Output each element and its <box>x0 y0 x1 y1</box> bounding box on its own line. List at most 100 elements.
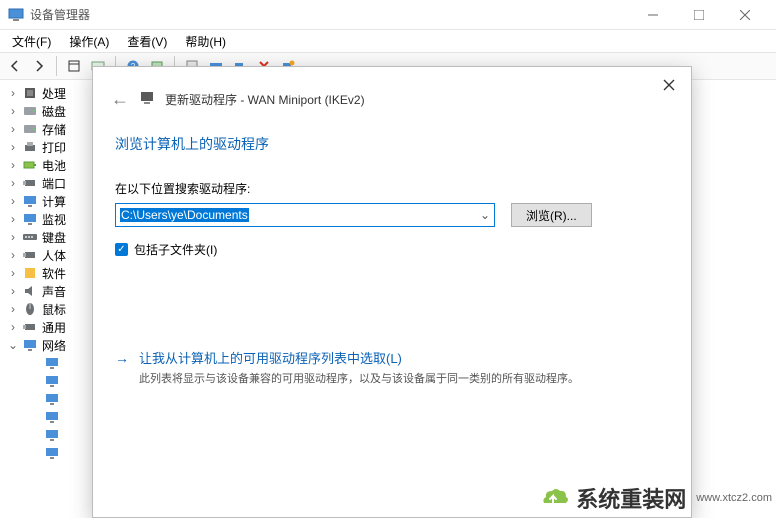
tree-item[interactable]: ⌄ 网络 <box>0 336 90 354</box>
tree-item-label: 软件 <box>42 265 66 282</box>
main-area: ›处理›磁盘›存储›打印›电池›端口›计算›监视›键盘›人体›软件›声音›鼠标›… <box>0 80 776 516</box>
tree-item[interactable] <box>0 354 90 372</box>
tree-item[interactable]: › 处理 <box>0 84 90 102</box>
path-value: C:\Users\ye\Documents <box>120 208 249 222</box>
tree-item-label: 打印 <box>42 139 66 156</box>
tree-item[interactable]: › 磁盘 <box>0 102 90 120</box>
tree-item-label: 通用 <box>42 319 66 336</box>
usb-icon <box>22 247 38 263</box>
menu-help[interactable]: 帮助(H) <box>177 31 234 52</box>
expander-icon[interactable]: › <box>8 104 18 118</box>
expander-icon[interactable]: › <box>8 284 18 298</box>
expander-icon[interactable]: › <box>8 266 18 280</box>
window-title: 设备管理器 <box>30 6 630 23</box>
expander-icon[interactable]: › <box>8 230 18 244</box>
drive-icon <box>22 103 38 119</box>
dialog-back-icon[interactable]: ← <box>111 89 129 110</box>
chevron-down-icon[interactable]: ⌄ <box>480 208 490 222</box>
dialog-header: 更新驱动程序 - WAN Miniport (IKEv2) <box>165 91 365 108</box>
forward-icon[interactable] <box>28 55 50 77</box>
tree-item[interactable] <box>0 426 90 444</box>
mon-icon <box>22 193 38 209</box>
tree-item[interactable]: › 存储 <box>0 120 90 138</box>
pick-from-list-link[interactable]: → 让我从计算机上的可用驱动程序列表中选取(L) 此列表将显示与该设备兼容的可用… <box>115 348 669 388</box>
tree-item[interactable]: › 打印 <box>0 138 90 156</box>
usb-icon <box>22 319 38 335</box>
tree-item[interactable]: › 计算 <box>0 192 90 210</box>
drive-icon <box>22 121 38 137</box>
tree-item-label: 端口 <box>42 175 66 192</box>
tree-item[interactable]: › 端口 <box>0 174 90 192</box>
tree-item-label: 存储 <box>42 121 66 138</box>
pick-from-list-title: 让我从计算机上的可用驱动程序列表中选取(L) <box>139 348 579 367</box>
menubar: 文件(F) 操作(A) 查看(V) 帮助(H) <box>0 30 776 52</box>
device-tree[interactable]: ›处理›磁盘›存储›打印›电池›端口›计算›监视›键盘›人体›软件›声音›鼠标›… <box>0 80 90 516</box>
expander-icon[interactable]: › <box>8 158 18 172</box>
tree-item[interactable] <box>0 390 90 408</box>
tree-item-label: 电池 <box>42 157 66 174</box>
browse-button[interactable]: 浏览(R)... <box>511 203 592 227</box>
tree-item[interactable]: › 电池 <box>0 156 90 174</box>
include-subfolders-label: 包括子文件夹(I) <box>134 241 217 258</box>
expander-icon[interactable]: › <box>8 176 18 190</box>
arrow-right-icon: → <box>115 350 129 388</box>
tree-item-label: 声音 <box>42 283 66 300</box>
net-icon <box>44 391 60 407</box>
dialog-heading: 浏览计算机上的驱动程序 <box>115 134 673 154</box>
back-icon[interactable] <box>4 55 26 77</box>
expander-icon[interactable]: › <box>8 212 18 226</box>
expander-icon[interactable]: › <box>8 302 18 316</box>
titlebar: 设备管理器 <box>0 0 776 30</box>
tree-item-label: 计算 <box>42 193 66 210</box>
tree-item[interactable]: ›人体 <box>0 246 90 264</box>
net-icon <box>44 445 60 461</box>
tree-item-label: 磁盘 <box>42 103 66 120</box>
tree-item[interactable]: › 通用 <box>0 318 90 336</box>
tree-item-label: 处理 <box>42 85 66 102</box>
expander-icon[interactable]: › <box>8 122 18 136</box>
expander-icon[interactable]: › <box>8 194 18 208</box>
usb-icon <box>22 175 38 191</box>
search-label: 在以下位置搜索驱动程序: <box>115 180 673 197</box>
minimize-button[interactable] <box>630 0 676 30</box>
tree-item-label: 监视 <box>42 211 66 228</box>
tree-item[interactable]: ›鼠标 <box>0 300 90 318</box>
expander-icon[interactable]: › <box>8 140 18 154</box>
speaker-icon <box>22 283 38 299</box>
watermark: 系统重装网 www.xtcz2.com <box>540 482 772 514</box>
dialog-close-button[interactable] <box>651 71 687 99</box>
expander-icon[interactable]: › <box>8 248 18 262</box>
cpu-icon <box>22 85 38 101</box>
watermark-text: 系统重装网 <box>576 482 686 514</box>
expander-icon[interactable]: › <box>8 86 18 100</box>
expander-icon[interactable]: › <box>8 320 18 334</box>
tree-item[interactable] <box>0 444 90 462</box>
separator <box>56 56 57 76</box>
kbd-icon <box>22 229 38 245</box>
path-combobox[interactable]: C:\Users\ye\Documents ⌄ <box>115 203 495 227</box>
tree-item-label: 网络 <box>42 337 66 354</box>
tree-item[interactable]: › 监视 <box>0 210 90 228</box>
batt-icon <box>22 157 38 173</box>
update-driver-dialog: ← 更新驱动程序 - WAN Miniport (IKEv2) 浏览计算机上的驱… <box>92 66 692 518</box>
printer-icon <box>22 139 38 155</box>
maximize-button[interactable] <box>676 0 722 30</box>
menu-file[interactable]: 文件(F) <box>4 31 59 52</box>
include-subfolders-checkbox[interactable] <box>115 243 128 256</box>
show-hide-icon[interactable] <box>63 55 85 77</box>
menu-action[interactable]: 操作(A) <box>61 31 117 52</box>
device-icon <box>139 90 155 109</box>
tree-item[interactable] <box>0 372 90 390</box>
net-icon <box>44 427 60 443</box>
menu-view[interactable]: 查看(V) <box>119 31 175 52</box>
tree-item[interactable] <box>0 408 90 426</box>
close-button[interactable] <box>722 0 768 30</box>
net-icon <box>44 373 60 389</box>
tree-item[interactable]: › 软件 <box>0 264 90 282</box>
tree-item[interactable]: ›键盘 <box>0 228 90 246</box>
tree-item[interactable]: › 声音 <box>0 282 90 300</box>
yellow-icon <box>22 265 38 281</box>
expander-icon[interactable]: ⌄ <box>8 338 18 352</box>
mon-icon <box>22 211 38 227</box>
net-icon <box>22 337 38 353</box>
